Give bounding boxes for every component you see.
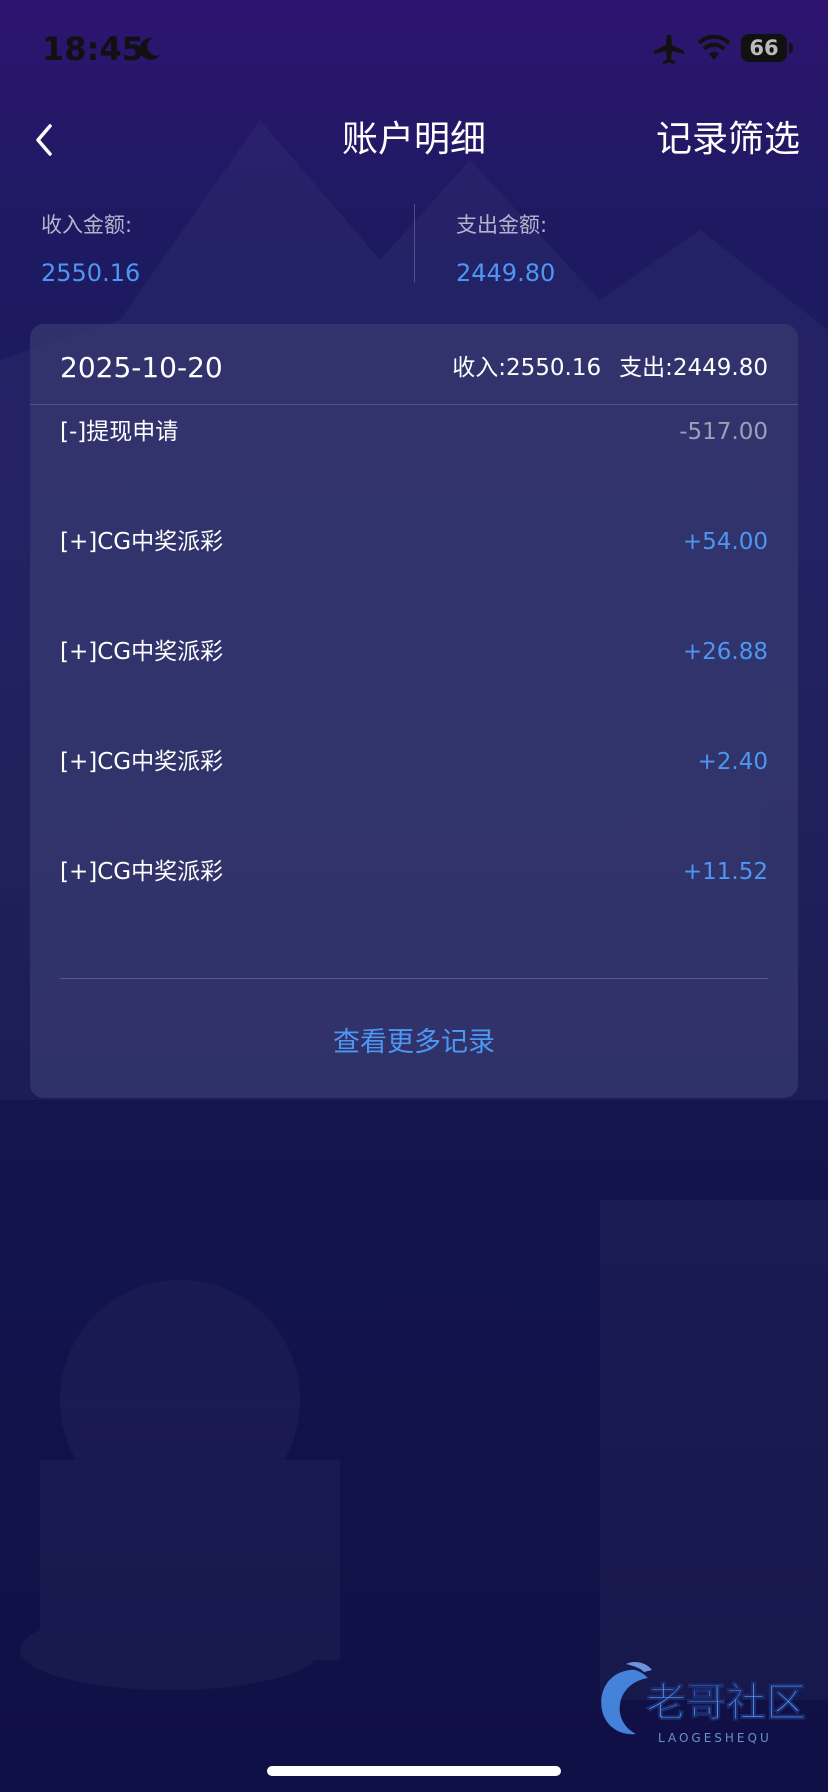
transaction-amount: +11.52 [682,859,768,885]
transaction-label: [-]提现申请 [60,419,179,445]
expense-value: 2449.80 [456,259,556,287]
dragon-icon [601,1669,648,1735]
transaction-label: [+]CG中奖派彩 [60,529,224,555]
income-summary: 收入金额: 2550.16 [41,208,341,290]
watermark-logo: 老哥社区 LAOGESHEQU [601,1662,807,1745]
expense-label: 支出金额: [456,213,548,237]
transaction-row[interactable]: [+]CG中奖派彩 +11.52 [60,850,768,894]
transaction-amount: +2.40 [697,749,768,775]
battery-cap [789,43,793,53]
chevron-left-icon [36,124,52,156]
transaction-row[interactable]: [+]CG中奖派彩 +26.88 [60,630,768,674]
card-income-total: 收入:2550.16 [452,355,602,381]
transaction-label: [+]CG中奖派彩 [60,639,224,665]
back-button[interactable] [26,116,62,164]
transaction-row[interactable]: [+]CG中奖派彩 +2.40 [60,740,768,784]
transaction-amount: +26.88 [682,639,768,665]
transaction-label: [+]CG中奖派彩 [60,749,224,775]
transaction-row[interactable]: [+]CG中奖派彩 +54.00 [60,520,768,564]
card-divider [60,978,768,979]
battery-icon: 66 [741,34,787,62]
card-date: 2025-10-20 [60,351,223,384]
income-label: 收入金额: [41,213,133,237]
moon-icon [139,37,160,60]
transaction-label: [+]CG中奖派彩 [60,859,224,885]
transaction-amount: +54.00 [682,529,768,555]
summary-divider [414,204,415,282]
svg-text:老哥社区: 老哥社区 [646,1680,806,1726]
card-totals: 收入:2550.16 支出:2449.80 [434,350,768,386]
battery-level: 66 [749,36,779,60]
card-header: 2025-10-20 收入:2550.16 支出:2449.80 [30,324,798,405]
wifi-icon [697,34,731,60]
status-bar: 18:45 66 [0,0,828,100]
transaction-row[interactable]: [-]提现申请 -517.00 [60,410,768,454]
svg-text:LAOGESHEQU: LAOGESHEQU [658,1731,772,1745]
transaction-amount: -517.00 [679,419,768,445]
card-expense-total: 支出:2449.80 [619,355,768,381]
view-more-records-button[interactable]: 查看更多记录 [30,1018,798,1068]
expense-summary: 支出金额: 2449.80 [456,208,756,290]
home-indicator[interactable] [267,1766,561,1776]
page-title: 账户明细 [341,119,486,160]
income-value: 2550.16 [41,259,141,287]
airplane-icon [654,35,684,64]
record-filter-button[interactable]: 记录筛选 [620,116,800,164]
transaction-day-card: 2025-10-20 收入:2550.16 支出:2449.80 [-]提现申请 … [30,324,798,1098]
status-time: 18:45 [42,30,144,68]
